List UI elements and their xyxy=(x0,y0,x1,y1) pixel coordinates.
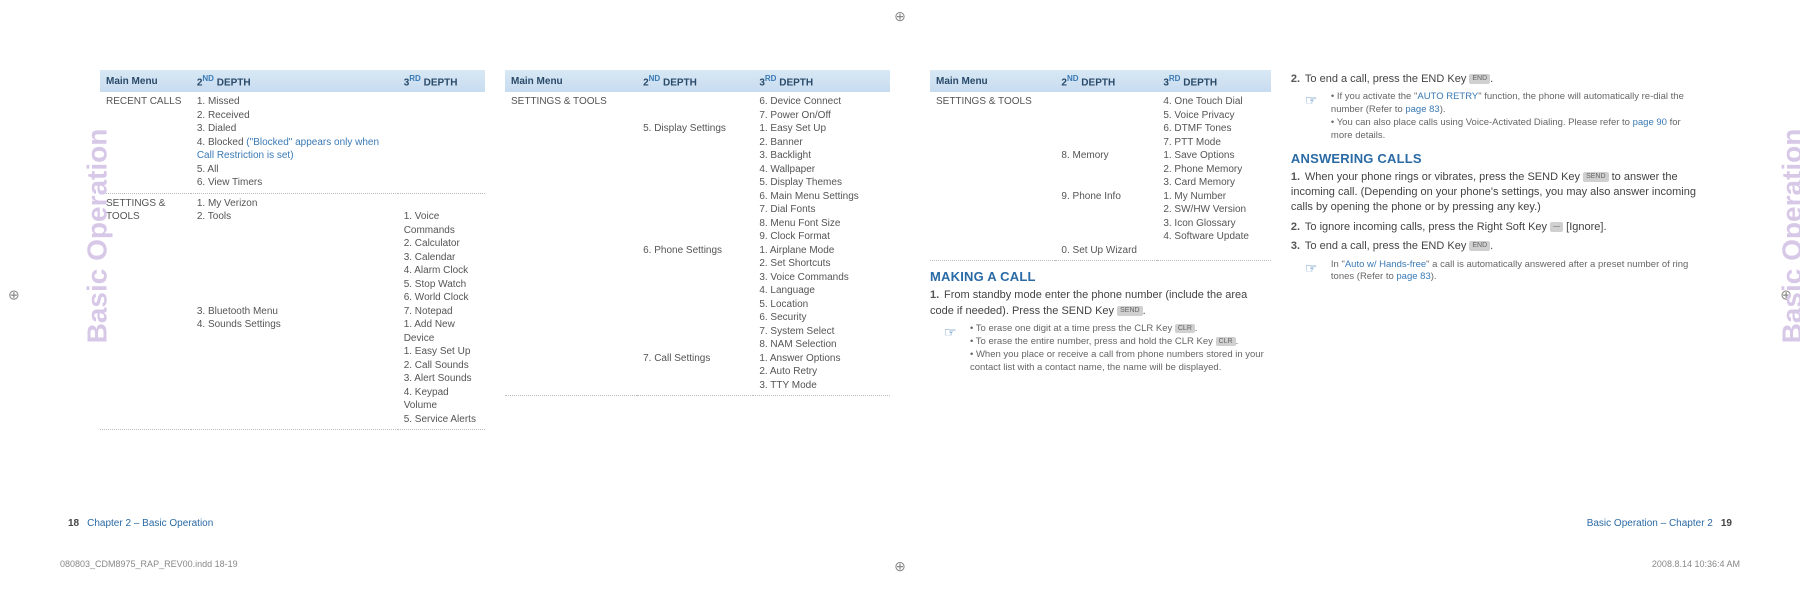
th-2nd-depth: 2ND DEPTH xyxy=(191,70,398,92)
answering-step2: 2.To ignore incoming calls, press the Ri… xyxy=(1291,220,1700,235)
tip-icon: ☞ xyxy=(1305,91,1325,142)
right-col-1: Main Menu 2ND DEPTH 3RD DEPTH SETTINGS &… xyxy=(930,70,1271,529)
crop-mark-icon: ⊕ xyxy=(894,558,906,575)
table-row: SETTINGS & TOOLS 8. Memory9. Phone Info0… xyxy=(930,92,1271,261)
clr-key-icon: CLR xyxy=(1175,324,1195,334)
cell-settings-2nd: 1. My Verizon 2. Tools3. Bluetooth Menu … xyxy=(191,193,398,430)
cell-settings-tools: SETTINGS & TOOLS xyxy=(930,92,1055,261)
page-left: Basic Operation Main Menu 2ND DEPTH 3RD … xyxy=(50,70,900,529)
menu-table-3: Main Menu 2ND DEPTH 3RD DEPTH SETTINGS &… xyxy=(930,70,1271,261)
making-call-tips: ☞ To erase one digit at a time press the… xyxy=(944,323,1271,374)
table-row: SETTINGS & TOOLS 5. Display Settings6. P… xyxy=(505,92,890,396)
right-col-2: 2.To end a call, press the END Key END. … xyxy=(1291,70,1700,529)
th-main-menu: Main Menu xyxy=(930,70,1055,92)
doc-filename: 080803_CDM8975_RAP_REV00.indd 18-19 xyxy=(60,559,238,569)
answering-tip: ☞ In "Auto w/ Hands-free" a call is auto… xyxy=(1305,259,1700,285)
doc-timestamp: 2008.8.14 10:36:4 AM xyxy=(1652,559,1740,569)
page-spread: Basic Operation Main Menu 2ND DEPTH 3RD … xyxy=(50,70,1750,529)
cell-2nd: 8. Memory9. Phone Info0. Set Up Wizard xyxy=(1055,92,1157,261)
th-2nd-depth: 2ND DEPTH xyxy=(637,70,753,92)
side-label-text: Basic Operation xyxy=(1777,129,1800,344)
tip-icon: ☞ xyxy=(1305,259,1325,285)
menu-table-1: Main Menu 2ND DEPTH 3RD DEPTH RECENT CAL… xyxy=(100,70,485,529)
cell-2nd: 5. Display Settings6. Phone Settings7. C… xyxy=(637,92,753,396)
making-a-call-heading: MAKING A CALL xyxy=(930,269,1271,284)
send-key-icon: SEND xyxy=(1117,306,1142,316)
footer-chapter: Chapter 2 – Basic Operation xyxy=(87,518,213,529)
answering-step3: 3.To end a call, press the END Key END. xyxy=(1291,239,1700,254)
table-row: RECENT CALLS 1. Missed 2. Received 3. Di… xyxy=(100,92,485,193)
tip-icon: ☞ xyxy=(944,323,964,374)
footer-chapter: Basic Operation – Chapter 2 xyxy=(1587,518,1713,529)
side-label-left: Basic Operation xyxy=(50,70,90,529)
side-label-text: Basic Operation xyxy=(81,129,113,344)
crop-mark-icon: ⊕ xyxy=(894,8,906,25)
end-key-icon: END xyxy=(1469,74,1490,84)
cell-recent-calls-items: 1. Missed 2. Received 3. Dialed 4. Block… xyxy=(191,92,398,193)
cell-3rd: 6. Device Connect 7. Power On/Off 1. Eas… xyxy=(753,92,890,396)
end-key-icon: END xyxy=(1469,241,1490,251)
answering-step1: 1.When your phone rings or vibrates, pre… xyxy=(1291,170,1700,216)
side-label-right: Basic Operation xyxy=(1710,70,1750,529)
auto-retry-tip: ☞ If you activate the "AUTO RETRY" funct… xyxy=(1305,91,1700,142)
th-3rd-depth: 3RD DEPTH xyxy=(1157,70,1271,92)
cell-3rd: 4. One Touch Dial 5. Voice Privacy 6. DT… xyxy=(1157,92,1271,261)
footer-right: Basic Operation – Chapter 2 19 xyxy=(900,518,1750,529)
table-row: SETTINGS & TOOLS 1. My Verizon 2. Tools3… xyxy=(100,193,485,430)
page-number: 18 xyxy=(68,518,79,529)
page-right: Basic Operation Main Menu 2ND DEPTH 3RD … xyxy=(900,70,1750,529)
answering-calls-heading: ANSWERING CALLS xyxy=(1291,151,1700,166)
end-call-step2: 2.To end a call, press the END Key END. xyxy=(1291,72,1700,87)
cell-settings-tools: SETTINGS & TOOLS xyxy=(100,193,191,430)
softkey-icon: — xyxy=(1550,222,1563,232)
footer-left: 18 Chapter 2 – Basic Operation xyxy=(50,518,900,529)
th-3rd-depth: 3RD DEPTH xyxy=(753,70,890,92)
th-2nd-depth: 2ND DEPTH xyxy=(1055,70,1157,92)
clr-key-icon: CLR xyxy=(1216,337,1236,347)
cell-recent-calls: RECENT CALLS xyxy=(100,92,191,193)
cell-settings-3rd: 1. Voice Commands 2. Calculator 3. Calen… xyxy=(398,193,485,430)
send-key-icon: SEND xyxy=(1583,172,1608,182)
menu-table-2: Main Menu 2ND DEPTH 3RD DEPTH SETTINGS &… xyxy=(505,70,890,529)
th-3rd-depth: 3RD DEPTH xyxy=(398,70,485,92)
th-main-menu: Main Menu xyxy=(505,70,637,92)
making-call-step1: 1.From standby mode enter the phone numb… xyxy=(930,288,1271,319)
th-main-menu: Main Menu xyxy=(100,70,191,92)
crop-mark-icon: ⊕ xyxy=(8,286,20,303)
cell-settings-tools: SETTINGS & TOOLS xyxy=(505,92,637,396)
